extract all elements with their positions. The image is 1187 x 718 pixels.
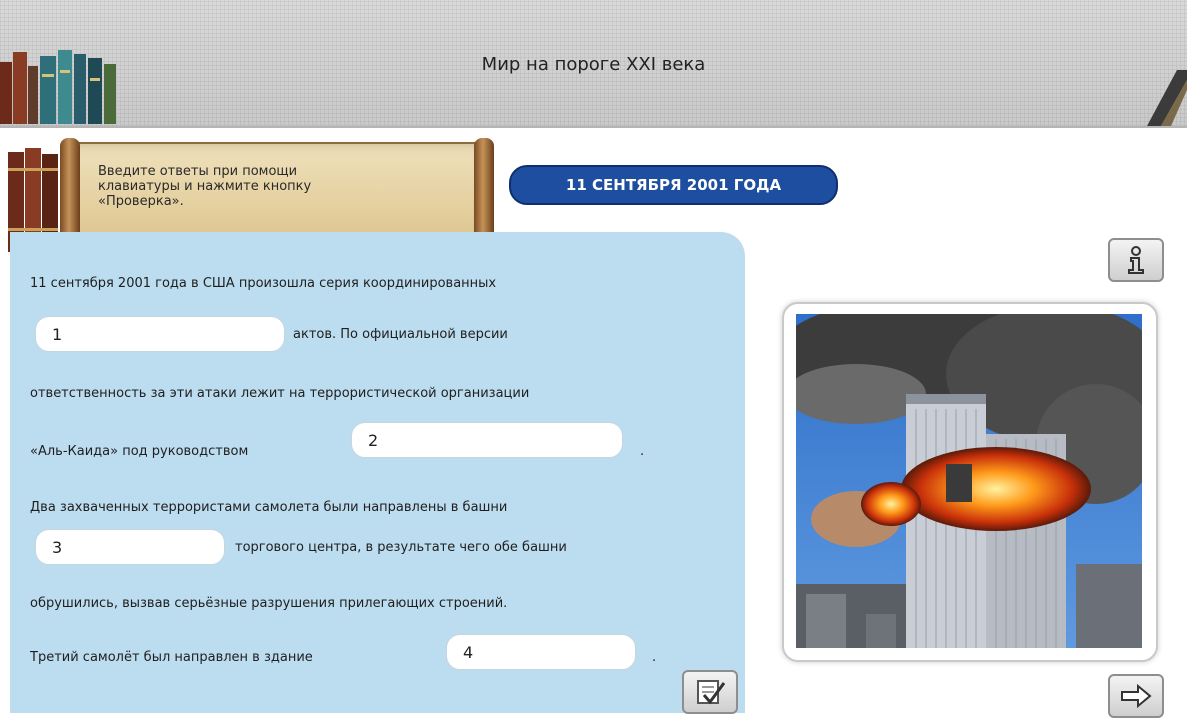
check-icon — [697, 680, 726, 705]
exercise-panel: 11 сентября 2001 года в США произошла се… — [10, 232, 745, 714]
page-title: Мир на пороге XXI века — [481, 54, 706, 75]
text-line-5: Два захваченных террористами самолета бы… — [30, 500, 508, 515]
text-line-3: ответственность за эти атаки лежит на те… — [30, 386, 530, 401]
answer-field-3[interactable] — [35, 529, 225, 565]
text-period-1: . — [640, 444, 645, 459]
text-line-6: торгового центра, в результате чего обе … — [235, 540, 567, 555]
info-button[interactable] — [1108, 238, 1164, 282]
info-icon — [1128, 246, 1144, 274]
books-decoration-right — [1147, 70, 1187, 126]
check-button[interactable] — [682, 670, 738, 714]
wtc-photo — [796, 314, 1142, 648]
text-period-2: . — [652, 650, 657, 665]
instruction-text: Введите ответы при помощи клавиатуры и н… — [98, 164, 312, 209]
answer-field-1[interactable] — [35, 316, 285, 352]
answer-field-4[interactable] — [446, 634, 636, 670]
next-button[interactable] — [1108, 674, 1164, 718]
answer-field-2[interactable] — [351, 422, 623, 458]
photo-frame — [782, 302, 1158, 662]
text-line-8: Третий самолёт был направлен в здание — [30, 650, 313, 665]
text-line-2: актов. По официальной версии — [293, 327, 508, 342]
topic-badge: 11 СЕНТЯБРЯ 2001 ГОДА — [509, 165, 838, 205]
arrow-right-icon — [1121, 683, 1152, 709]
header-bar: Мир на пороге XXI века — [0, 0, 1187, 128]
text-line-1: 11 сентября 2001 года в США произошла се… — [30, 276, 497, 291]
text-line-4: «Аль-Каида» под руководством — [30, 444, 249, 459]
text-line-7: обрушились, вызвав серьёзные разрушения … — [30, 596, 508, 611]
